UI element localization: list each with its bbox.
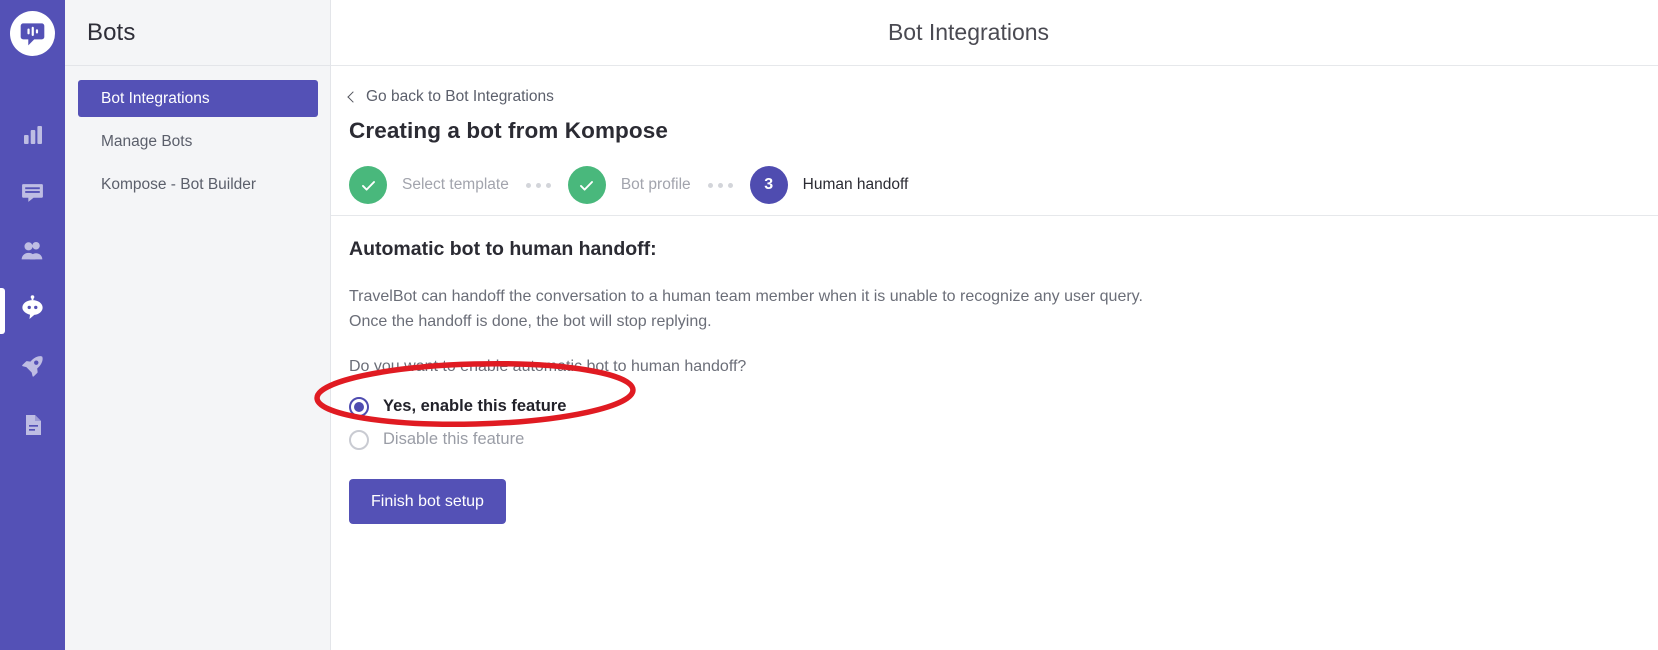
rail-item-users[interactable]	[0, 224, 65, 282]
step-label: Bot profile	[620, 176, 691, 193]
sidebar-item-label: Manage Bots	[101, 132, 193, 150]
description-text: TravelBot can handoff the conversation t…	[349, 284, 1658, 334]
radio-option-label: Disable this feature	[383, 430, 525, 448]
page-header-title: Bot Integrations	[887, 19, 1050, 45]
handoff-radio-group: Yes, enable this feature Disable this fe…	[349, 390, 1658, 456]
radio-option-enable[interactable]: Yes, enable this feature	[349, 390, 1658, 423]
question-text: Do you want to enable automatic bot to h…	[349, 358, 747, 375]
analytics-icon	[21, 123, 45, 152]
step-complete-badge	[567, 166, 606, 204]
radio-button-selected-icon[interactable]	[349, 396, 369, 417]
app-root: Bots Bot Integrations Manage Bots Kompos…	[0, 0, 1658, 650]
rail-item-docs[interactable]	[0, 398, 65, 456]
rail-item-analytics[interactable]	[0, 108, 65, 166]
primary-nav-rail	[0, 0, 65, 650]
docs-icon	[21, 413, 45, 442]
radio-option-label: Yes, enable this feature	[383, 397, 567, 415]
rail-item-bots[interactable]	[0, 282, 65, 340]
rail-item-integrations[interactable]	[0, 340, 65, 398]
main-content: Bot Integrations Go back to Bot Integrat…	[331, 0, 1658, 650]
radio-button-unselected-icon[interactable]	[349, 429, 369, 450]
users-icon	[20, 238, 45, 268]
step-select-template[interactable]: Select template	[349, 166, 509, 204]
integrations-icon	[20, 354, 45, 384]
top-header: Bot Integrations	[331, 0, 1658, 66]
description-line-1: TravelBot can handoff the conversation t…	[349, 288, 1143, 305]
description-line-2: Once the handoff is done, the bot will s…	[349, 313, 712, 330]
radio-option-disable[interactable]: Disable this feature	[349, 423, 1658, 456]
step-number: 3	[764, 176, 774, 193]
go-back-label: Go back to Bot Integrations	[366, 88, 554, 105]
secondary-sidebar: Bots Bot Integrations Manage Bots Kompos…	[65, 0, 331, 650]
step-connector-dots	[525, 182, 551, 188]
step-label: Human handoff	[802, 176, 909, 193]
sidebar-item-kompose-bot-builder[interactable]: Kompose - Bot Builder	[78, 166, 318, 203]
step-complete-badge	[349, 166, 387, 204]
bots-icon	[19, 295, 46, 327]
rail-item-conversations[interactable]	[0, 166, 65, 224]
rail-item-list	[0, 108, 65, 456]
sidebar-item-label: Bot Integrations	[101, 89, 210, 107]
section-title: Automatic bot to human handoff:	[349, 238, 657, 260]
sidebar-item-bot-integrations[interactable]: Bot Integrations	[78, 80, 318, 117]
step-connector-dots	[707, 182, 733, 188]
check-icon	[361, 180, 375, 191]
step-label: Select template	[402, 176, 509, 193]
sidebar-title: Bots	[87, 18, 136, 46]
sidebar-nav: Bot Integrations Manage Bots Kompose - B…	[65, 66, 330, 203]
app-logo[interactable]	[0, 0, 65, 66]
sidebar-item-label: Kompose - Bot Builder	[101, 175, 257, 193]
check-icon	[580, 180, 594, 191]
step-current-badge: 3	[749, 166, 788, 204]
wizard-stepper: Select template Bot profile 3 Human hand…	[349, 165, 1658, 205]
conversations-icon	[20, 180, 45, 210]
sidebar-item-manage-bots[interactable]: Manage Bots	[78, 123, 318, 160]
content-body: Go back to Bot Integrations Creating a b…	[331, 66, 1658, 524]
page-title: Creating a bot from Kompose	[349, 118, 668, 143]
step-human-handoff[interactable]: 3 Human handoff	[749, 166, 909, 204]
chevron-left-icon	[347, 90, 359, 103]
go-back-link[interactable]: Go back to Bot Integrations	[347, 86, 1658, 108]
kommunicate-logo-icon	[10, 10, 55, 56]
step-bot-profile[interactable]: Bot profile	[567, 166, 691, 204]
finish-bot-setup-button[interactable]: Finish bot setup	[349, 479, 506, 524]
divider	[331, 215, 1658, 216]
